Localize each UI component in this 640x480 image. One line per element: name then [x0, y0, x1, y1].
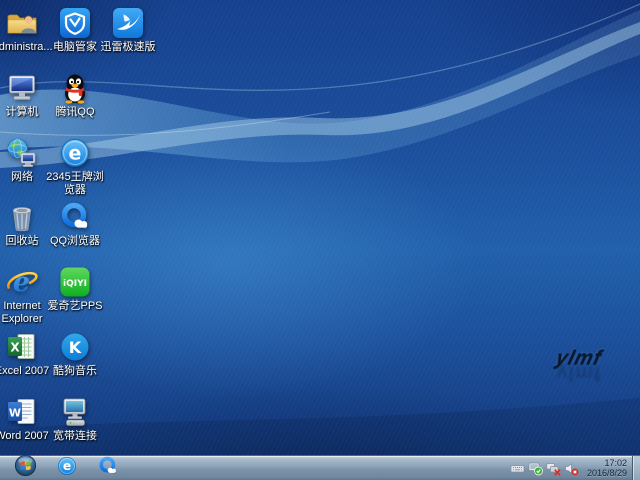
tray-date: 2016/8/29: [587, 468, 627, 478]
desktop-icon-label: 酷狗音乐: [44, 365, 106, 378]
thunder-bird-icon: [111, 6, 145, 40]
desktop-icon-label: 腾讯QQ: [44, 106, 106, 119]
tray-icons: [507, 461, 579, 476]
svg-text:e: e: [69, 142, 82, 164]
taskbar-button-2345-browser[interactable]: e: [54, 456, 80, 480]
browser-e-icon: e: [58, 136, 92, 170]
computer-icon: [5, 71, 39, 105]
desktop-icon-2345-browser[interactable]: e 2345王牌浏览器: [44, 136, 106, 197]
volume-muted-icon[interactable]: [564, 461, 579, 476]
ie-icon: e: [5, 265, 39, 299]
broadband-icon: [58, 395, 92, 429]
desktop-icon-iqiyi-pps[interactable]: iQIYI 爱奇艺PPS: [44, 265, 106, 313]
taskbar-button-qq-browser[interactable]: [95, 456, 121, 480]
desktop-icon-label: 迅雷极速版: [97, 41, 159, 54]
desktop-icon-label: QQ浏览器: [44, 235, 106, 248]
desktop-icon-broadband[interactable]: 宽带连接: [44, 395, 106, 443]
desktop-icon-qq-browser[interactable]: QQ浏览器: [44, 200, 106, 248]
svg-text:K: K: [69, 338, 82, 357]
iqiyi-icon: iQIYI: [58, 265, 92, 299]
word-icon: W: [5, 395, 39, 429]
svg-text:iQIYI: iQIYI: [63, 279, 87, 289]
qq-browser-icon: [97, 455, 119, 480]
kugou-icon: K: [58, 330, 92, 364]
windows-orb-icon: [14, 454, 37, 480]
taskbar-pinned-buttons: e: [54, 456, 121, 480]
keyboard-icon[interactable]: [510, 461, 525, 476]
svg-text:e: e: [63, 459, 71, 473]
start-button[interactable]: [12, 456, 38, 480]
desktop-icon-kugou-music[interactable]: K 酷狗音乐: [44, 330, 106, 378]
qq-penguin-icon: [58, 71, 92, 105]
svg-text:W: W: [9, 406, 21, 419]
svg-text:e: e: [13, 267, 30, 298]
svg-text:X: X: [10, 341, 20, 355]
ylmf-watermark-text: ylmf: [532, 349, 626, 367]
user-folder-icon: [5, 6, 39, 40]
desktop-icon-label: 宽带连接: [44, 430, 106, 443]
network-offline-icon[interactable]: [546, 461, 561, 476]
browser-e-icon: e: [56, 455, 78, 480]
ylmf-watermark: ylmf ylmf: [534, 349, 624, 382]
excel-icon: X: [5, 330, 39, 364]
desktop: ylmf ylmf Administra... 电脑管家 迅雷极速版 计算机 腾…: [0, 0, 640, 480]
system-tray: 17:02 2016/8/29: [507, 456, 640, 480]
shield-icon: [58, 6, 92, 40]
monitor-check-icon[interactable]: [528, 461, 543, 476]
desktop-icon-tencent-qq[interactable]: 腾讯QQ: [44, 71, 106, 119]
clock[interactable]: 17:02 2016/8/29: [587, 458, 627, 478]
recycle-bin-icon: [5, 200, 39, 234]
ylmf-watermark-reflection: ylmf: [532, 364, 626, 382]
desktop-icon-label: 2345王牌浏览器: [44, 171, 106, 197]
desktop-icon-thunder[interactable]: 迅雷极速版: [97, 6, 159, 54]
qq-browser-icon: [58, 200, 92, 234]
show-desktop-button[interactable]: [632, 456, 640, 480]
network-globe-icon: [5, 136, 39, 170]
taskbar: e 17:02 2016/8/29: [0, 455, 640, 480]
tray-time: 17:02: [587, 458, 627, 468]
desktop-icon-label: 爱奇艺PPS: [44, 300, 106, 313]
